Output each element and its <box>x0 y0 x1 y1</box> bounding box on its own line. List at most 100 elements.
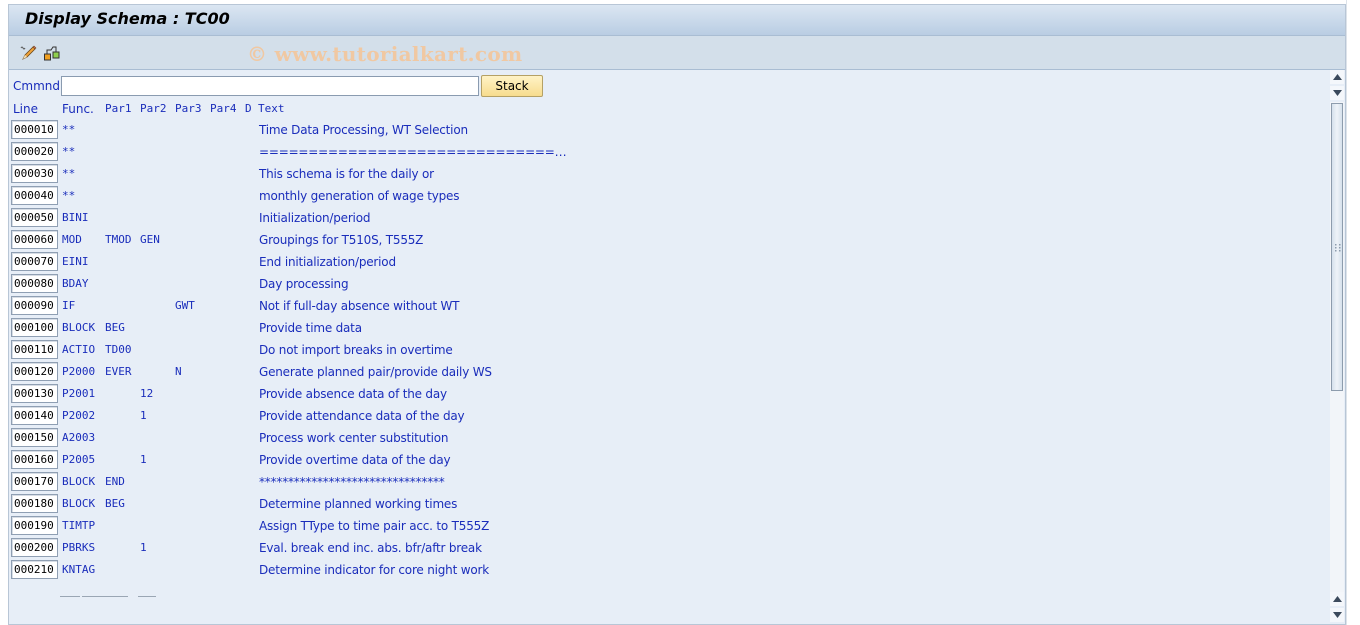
line-number-field[interactable]: 000100 <box>11 318 58 337</box>
line-number-field[interactable]: 000140 <box>11 406 58 425</box>
par1-cell: BEG <box>105 497 125 510</box>
text-cell: This schema is for the daily or <box>259 167 434 181</box>
table-row: 000180 BLOCK BEG Determine planned working … <box>8 493 568 515</box>
text-cell: Groupings for T510S, T555Z <box>259 233 424 247</box>
table-row: 000040 ** monthly generation of wage types <box>8 185 568 207</box>
empty-field-underline <box>138 596 156 597</box>
line-number-field[interactable]: 000210 <box>11 560 58 579</box>
table-row: 000150 A2003 Process work center substitut… <box>8 427 568 449</box>
func-cell: ** <box>62 167 76 180</box>
par3-cell: N <box>175 365 182 378</box>
func-cell: P2001 <box>62 387 96 400</box>
func-cell: BLOCK <box>62 321 96 334</box>
line-number-field[interactable]: 000180 <box>11 494 58 513</box>
func-cell: TIMTP <box>62 519 96 532</box>
line-number-field[interactable]: 000030 <box>11 164 58 183</box>
text-cell: ******************************** <box>259 475 445 489</box>
text-cell: Provide absence data of the day <box>259 387 447 401</box>
line-number-field[interactable]: 000060 <box>11 230 58 249</box>
text-cell: Not if full-day absence without WT <box>259 299 460 313</box>
empty-field-underline <box>60 596 80 597</box>
scroll-down-arrow-icon[interactable] <box>1330 86 1344 100</box>
par1-cell: END <box>105 475 125 488</box>
edit-pencil-icon[interactable] <box>19 44 37 62</box>
func-cell: IF <box>62 299 76 312</box>
table-row: 000070 EINI End initialization/period <box>8 251 568 273</box>
header-par2: Par2 <box>140 102 167 115</box>
table-row: 000080 BDAY Day processing <box>8 273 568 295</box>
scroll-up-arrow-icon[interactable] <box>1330 70 1344 84</box>
vertical-scrollbar[interactable] <box>1330 68 1346 625</box>
scroll-up-arrow-icon[interactable] <box>1330 592 1344 606</box>
func-cell: BINI <box>62 211 89 224</box>
func-cell: ** <box>62 123 76 136</box>
header-text: Text <box>258 102 285 115</box>
scrollbar-thumb[interactable] <box>1331 103 1343 391</box>
line-number-field[interactable]: 000080 <box>11 274 58 293</box>
table-row: 000120 P2000 EVER N Generate planned pair/pr… <box>8 361 568 383</box>
text-cell: End initialization/period <box>259 255 396 269</box>
text-cell: Provide time data <box>259 321 362 335</box>
text-cell: ==============================… <box>259 145 567 159</box>
table-row: 000100 BLOCK BEG Provide time data <box>8 317 568 339</box>
header-par3: Par3 <box>175 102 202 115</box>
func-cell: EINI <box>62 255 89 268</box>
line-number-field[interactable]: 000160 <box>11 450 58 469</box>
func-cell: BDAY <box>62 277 89 290</box>
line-number-field[interactable]: 000050 <box>11 208 58 227</box>
table-row: 000090 IF GWT Not if full-day absence witho… <box>8 295 568 317</box>
line-number-field[interactable]: 000090 <box>11 296 58 315</box>
hierarchy-structure-icon[interactable] <box>43 44 61 62</box>
application-toolbar: © www.tutorialkart.com <box>9 36 1345 70</box>
stack-button[interactable]: Stack <box>481 75 543 97</box>
table-row: 000110 ACTIO TD00 Do not import breaks in o… <box>8 339 568 361</box>
header-par1: Par1 <box>105 102 132 115</box>
text-cell: Determine planned working times <box>259 497 458 511</box>
line-number-field[interactable]: 000070 <box>11 252 58 271</box>
line-number-field[interactable]: 000190 <box>11 516 58 535</box>
header-par4: Par4 <box>210 102 237 115</box>
line-number-field[interactable]: 000020 <box>11 142 58 161</box>
table-row: 000190 TIMTP Assign TType to time pair acc… <box>8 515 568 537</box>
text-cell: Eval. break end inc. abs. bfr/aftr break <box>259 541 482 555</box>
line-number-field[interactable]: 000170 <box>11 472 58 491</box>
table-row: 000200 PBRKS 1 Eval. break end inc. abs. bf… <box>8 537 568 559</box>
text-cell: Process work center substitution <box>259 431 449 445</box>
func-cell: PBRKS <box>62 541 96 554</box>
par3-cell: GWT <box>175 299 195 312</box>
par2-cell: 1 <box>140 541 147 554</box>
text-cell: monthly generation of wage types <box>259 189 460 203</box>
text-cell: Provide attendance data of the day <box>259 409 465 423</box>
func-cell: MOD <box>62 233 82 246</box>
line-number-field[interactable]: 000130 <box>11 384 58 403</box>
line-number-field[interactable]: 000150 <box>11 428 58 447</box>
line-number-field[interactable]: 000200 <box>11 538 58 557</box>
par2-cell: 12 <box>140 387 154 400</box>
func-cell: P2002 <box>62 409 96 422</box>
line-number-field[interactable]: 000010 <box>11 120 58 139</box>
command-input[interactable] <box>61 76 479 96</box>
par1-cell: EVER <box>105 365 132 378</box>
line-number-field[interactable]: 000040 <box>11 186 58 205</box>
func-cell: P2000 <box>62 365 96 378</box>
par2-cell: 1 <box>140 409 147 422</box>
grip-icon <box>1335 244 1341 252</box>
par1-cell: TD00 <box>105 343 132 356</box>
func-cell: A2003 <box>62 431 96 444</box>
header-func: Func. <box>62 102 94 116</box>
par2-cell: GEN <box>140 233 160 246</box>
func-cell: ** <box>62 145 76 158</box>
command-label: Cmmnd <box>13 79 60 93</box>
text-cell: Determine indicator for core night work <box>259 563 489 577</box>
text-cell: Day processing <box>259 277 349 291</box>
window-right-edge <box>1346 0 1360 625</box>
text-cell: Do not import breaks in overtime <box>259 343 453 357</box>
func-cell: P2005 <box>62 453 96 466</box>
watermark-text: © www.tutorialkart.com <box>247 42 523 66</box>
table-row: 000050 BINI Initialization/period <box>8 207 568 229</box>
table-row: 000130 P2001 12 Provide absence data of the… <box>8 383 568 405</box>
func-cell: BLOCK <box>62 497 96 510</box>
line-number-field[interactable]: 000110 <box>11 340 58 359</box>
scroll-down-arrow-icon[interactable] <box>1330 608 1344 622</box>
line-number-field[interactable]: 000120 <box>11 362 58 381</box>
